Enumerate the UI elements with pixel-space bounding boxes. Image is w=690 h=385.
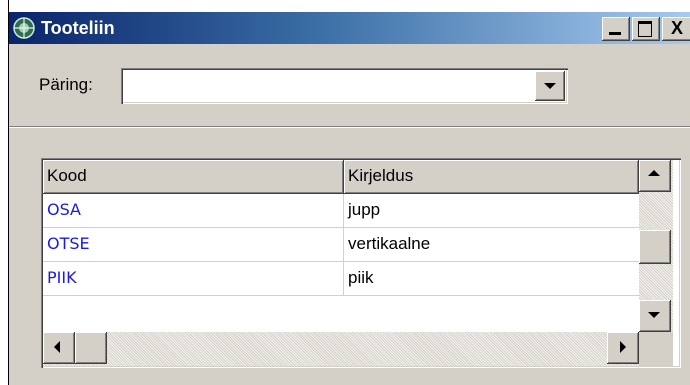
title-bar[interactable]: Tooteliin X	[9, 12, 690, 44]
cell-kood[interactable]: OSA	[43, 194, 344, 228]
cell-kirjeldus[interactable]: vertikaalne	[344, 228, 639, 262]
table-row[interactable]: PIIK piik	[43, 262, 639, 296]
close-icon: X	[671, 18, 684, 38]
chevron-down-icon	[544, 83, 556, 89]
query-combobox[interactable]	[121, 68, 568, 104]
tooteliin-window: Tooteliin X Päring: Kood Kirjeldus OSA j…	[9, 12, 690, 385]
arrow-up-icon	[648, 170, 660, 176]
scroll-right-button[interactable]	[607, 332, 639, 364]
window-title: Tooteliin	[41, 18, 115, 38]
arrow-down-icon	[648, 312, 660, 318]
table-row[interactable]: OSA jupp	[43, 194, 639, 228]
cell-kood[interactable]: OTSE	[43, 228, 344, 262]
product-line-grid[interactable]: Kood Kirjeldus OSA jupp OTSE vertikaalne…	[41, 158, 681, 368]
cell-kirjeldus[interactable]: piik	[344, 262, 639, 296]
close-button[interactable]: X	[662, 17, 690, 41]
column-header-kirjeldus[interactable]: Kirjeldus	[344, 160, 639, 194]
vertical-scroll-thumb[interactable]	[639, 230, 671, 264]
column-header-kood[interactable]: Kood	[43, 160, 344, 194]
horizontal-scrollbar[interactable]	[43, 332, 639, 366]
vertical-scrollbar[interactable]	[639, 160, 673, 332]
minimize-button[interactable]	[602, 17, 630, 41]
arrow-left-icon	[54, 341, 60, 353]
scroll-up-button[interactable]	[639, 160, 671, 192]
scrollbar-corner	[639, 332, 673, 366]
separator-highlight	[9, 127, 690, 128]
query-label: Päring:	[39, 75, 93, 94]
background-left	[0, 0, 8, 385]
globe-app-icon	[13, 17, 35, 39]
horizontal-scroll-thumb[interactable]	[75, 332, 107, 364]
arrow-right-icon	[620, 341, 626, 353]
cell-kood[interactable]: PIIK	[43, 262, 344, 296]
cell-kirjeldus[interactable]: jupp	[344, 194, 639, 228]
scroll-down-button[interactable]	[639, 300, 671, 332]
query-dropdown-button[interactable]	[535, 71, 565, 101]
scroll-left-button[interactable]	[43, 332, 75, 364]
table-row[interactable]: OTSE vertikaalne	[43, 228, 639, 262]
maximize-button[interactable]	[632, 17, 660, 41]
background-area	[0, 0, 690, 12]
